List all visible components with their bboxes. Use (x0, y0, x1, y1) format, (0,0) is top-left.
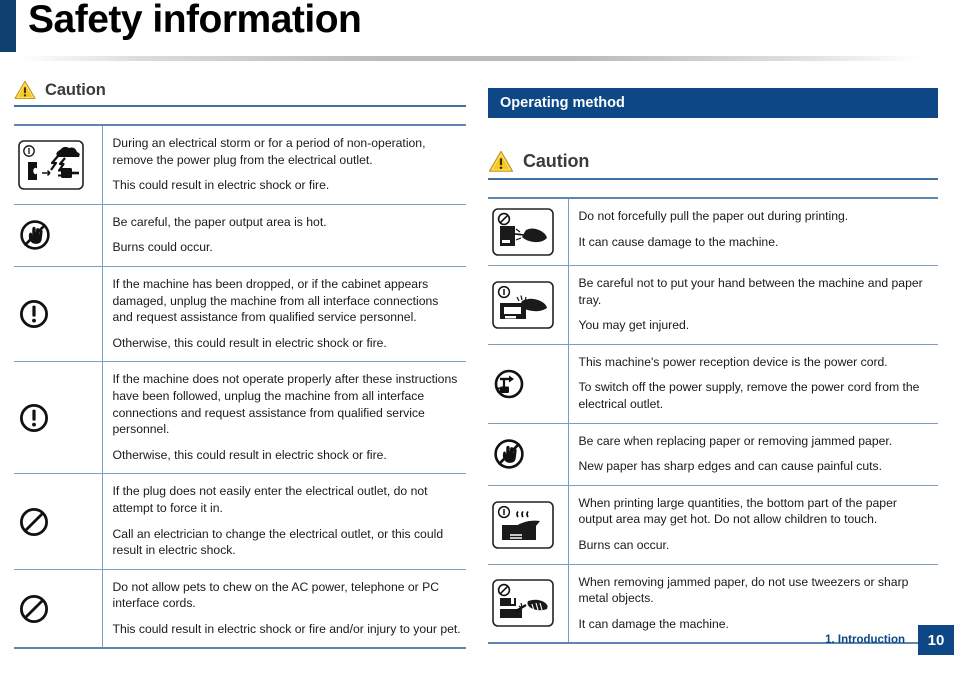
table-row: Do not forcefully pull the paper out dur… (488, 198, 938, 266)
right-caution-heading: Caution (488, 150, 938, 178)
row-line: Be careful not to put your hand between … (578, 276, 923, 307)
warning-triangle-icon (14, 80, 36, 100)
row-line: This could result in electric shock or f… (112, 178, 330, 193)
table-row: If the machine has been dropped, or if t… (14, 266, 466, 362)
prohibition-circle-icon (18, 506, 98, 538)
page-title: Safety information (28, 0, 362, 41)
no-pull-paper-pictogram-icon (492, 208, 564, 256)
text-cell: Do not allow pets to chew on the AC powe… (102, 569, 466, 648)
right-caution-label: Caution (523, 151, 590, 171)
icon-cell (14, 361, 103, 474)
icon-cell (488, 485, 569, 565)
row-line: This could result in electric shock or f… (112, 621, 461, 636)
left-safety-table: During an electrical storm or for a peri… (14, 124, 466, 649)
row-line: Call an electrician to change the electr… (112, 526, 444, 558)
no-touch-hand-icon (492, 437, 564, 471)
title-accent-bar (0, 0, 16, 52)
no-tweezers-pictogram-icon (492, 579, 564, 628)
table-row: Do not allow pets to chew on the AC powe… (14, 569, 466, 649)
warning-triangle-icon (488, 150, 514, 173)
row-line: When printing large quantities, the bott… (578, 495, 897, 527)
operating-method-banner: Operating method (488, 88, 938, 118)
text-cell: This machine's power reception device is… (568, 344, 938, 423)
row-line: If the plug does not easily enter the el… (112, 484, 428, 515)
row-line: Be care when replacing paper or removing… (578, 433, 893, 448)
row-line: Burns could occur. (112, 240, 213, 255)
row-line: Otherwise, this could result in electric… (112, 335, 387, 350)
unplug-power-cord-icon (492, 367, 564, 401)
icon-cell (488, 344, 569, 424)
row-line: If the machine has been dropped, or if t… (112, 276, 439, 325)
table-row: This machine's power reception device is… (488, 344, 938, 424)
text-cell: If the machine has been dropped, or if t… (102, 266, 466, 361)
exclamation-circle-icon (18, 402, 98, 434)
prohibition-circle-icon (18, 593, 98, 625)
row-line: Burns can occur. (578, 537, 670, 552)
hot-surface-printer-pictogram-icon (492, 500, 564, 549)
page-footer: 1. Introduction 10 (825, 625, 954, 655)
row-line: If the machine does not operate properly… (112, 372, 458, 437)
document-page: Safety information Caution During an ele… (0, 0, 954, 675)
text-cell: When printing large quantities, the bott… (568, 485, 938, 564)
icon-cell (488, 198, 569, 266)
icon-cell (14, 266, 103, 362)
icon-cell (488, 564, 569, 644)
table-row: Be careful, the paper output area is hot… (14, 204, 466, 267)
row-line: Do not allow pets to chew on the AC powe… (112, 579, 440, 611)
text-cell: Be careful, the paper output area is hot… (102, 204, 466, 266)
text-cell: Be careful not to put your hand between … (568, 266, 938, 345)
icon-cell (488, 265, 569, 345)
table-row: If the machine does not operate properly… (14, 361, 466, 474)
right-safety-table: Do not forcefully pull the paper out dur… (488, 197, 938, 644)
row-line: New paper has sharp edges and can cause … (578, 459, 883, 474)
text-cell: Do not forcefully pull the paper out dur… (568, 198, 938, 266)
right-column: Operating method Caution Do not forceful… (488, 88, 938, 644)
left-caution-underline (14, 105, 466, 107)
table-row: During an electrical storm or for a peri… (14, 125, 466, 205)
row-line: This machine's power reception device is… (578, 354, 888, 369)
storm-unplug-pictogram-icon (18, 140, 98, 190)
table-row: If the plug does not easily enter the el… (14, 473, 466, 570)
icon-cell (14, 569, 103, 649)
row-line: Do not forcefully pull the paper out dur… (578, 209, 849, 223)
row-line: During an electrical storm or for a peri… (112, 136, 426, 167)
row-line: When removing jammed paper, do not use t… (578, 574, 909, 606)
right-caution-underline (488, 178, 938, 180)
icon-cell (14, 473, 103, 570)
exclamation-circle-icon (18, 298, 98, 330)
left-caution-label: Caution (45, 80, 106, 99)
text-cell: Be care when replacing paper or removing… (568, 423, 938, 485)
row-line: It can cause damage to the machine. (578, 234, 779, 249)
row-line: To switch off the power supply, remove t… (578, 380, 920, 411)
icon-cell (14, 125, 103, 205)
row-line: Otherwise, this could result in electric… (112, 447, 387, 462)
footer-page-number: 10 (918, 625, 954, 655)
icon-cell (14, 204, 103, 267)
footer-chapter-label: 1. Introduction (825, 634, 905, 646)
left-column: Caution During an electrical storm or fo… (14, 80, 466, 649)
text-cell: If the machine does not operate properly… (102, 362, 466, 474)
text-cell: If the plug does not easily enter the el… (102, 474, 466, 569)
left-caution-heading: Caution (14, 80, 466, 105)
icon-cell (488, 423, 569, 486)
title-divider (16, 56, 922, 61)
row-line: Be careful, the paper output area is hot… (112, 214, 327, 229)
table-row: Be careful not to put your hand between … (488, 265, 938, 345)
text-cell: During an electrical storm or for a peri… (102, 125, 466, 204)
table-row: Be care when replacing paper or removing… (488, 423, 938, 486)
no-touch-hand-icon (18, 218, 98, 252)
table-row: When printing large quantities, the bott… (488, 485, 938, 565)
row-line: You may get injured. (578, 318, 690, 333)
hand-pinch-tray-pictogram-icon (492, 281, 564, 329)
